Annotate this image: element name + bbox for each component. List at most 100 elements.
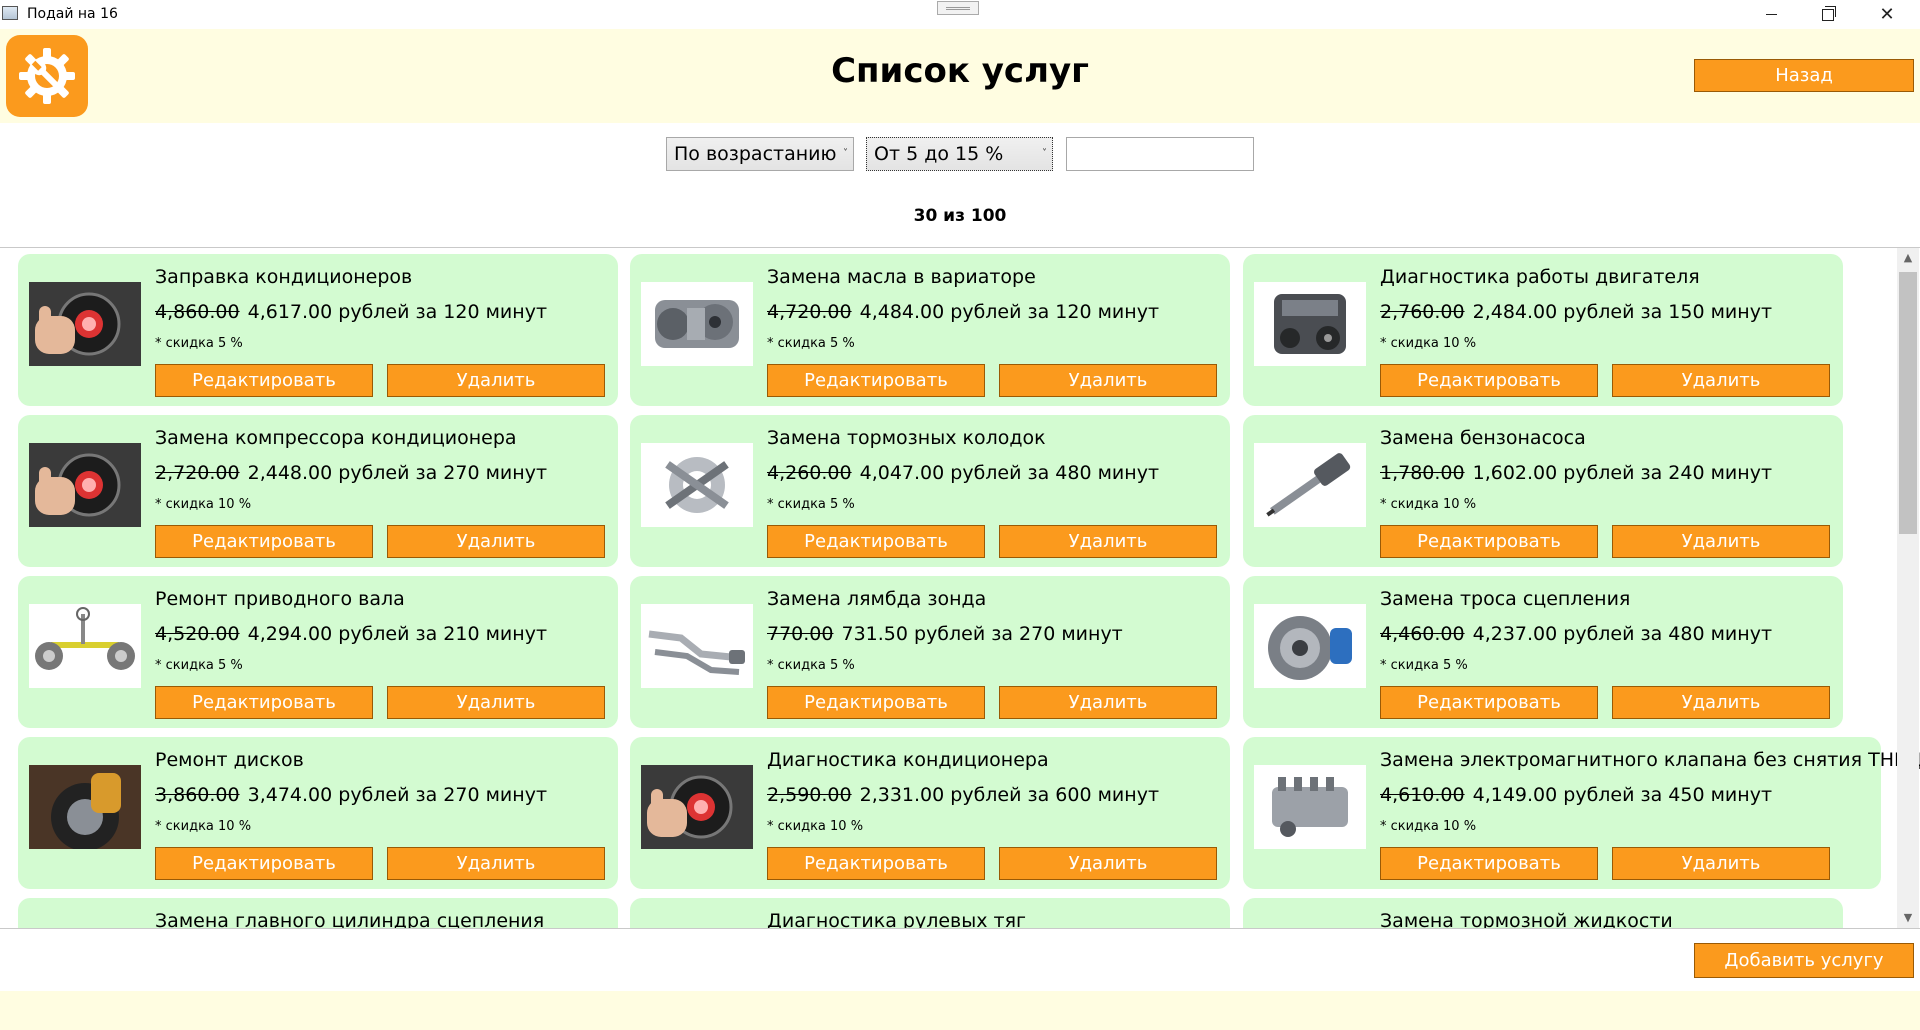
service-price: 4,610.00 4,149.00 рублей за 450 минут — [1380, 784, 1772, 806]
service-name: Замена главного цилиндра сцепления — [155, 910, 545, 929]
service-card: Замена тормозной жидкости — [1243, 898, 1843, 928]
old-price: 2,720.00 — [155, 462, 240, 484]
service-name: Замена лямбда зонда — [767, 588, 987, 610]
discount-label: * скидка 5 % — [767, 658, 855, 673]
service-price: 4,520.00 4,294.00 рублей за 210 минут — [155, 623, 547, 645]
delete-button[interactable]: Удалить — [1612, 364, 1830, 397]
edit-button[interactable]: Редактировать — [155, 847, 373, 880]
service-price: 2,760.00 2,484.00 рублей за 150 минут — [1380, 301, 1772, 323]
service-name: Диагностика кондиционера — [767, 749, 1049, 771]
service-price: 770.00 731.50 рублей за 270 минут — [767, 623, 1123, 645]
service-name: Диагностика работы двигателя — [1380, 266, 1700, 288]
edit-button[interactable]: Редактировать — [767, 847, 985, 880]
delete-button[interactable]: Удалить — [999, 525, 1217, 558]
edit-button[interactable]: Редактировать — [1380, 364, 1598, 397]
edit-button[interactable]: Редактировать — [767, 364, 985, 397]
service-image — [641, 282, 753, 366]
service-name: Замена компрессора кондиционера — [155, 427, 517, 449]
service-name: Ремонт приводного вала — [155, 588, 405, 610]
service-image — [641, 765, 753, 849]
delete-button[interactable]: Удалить — [1612, 847, 1830, 880]
service-card: Замена электромагнитного клапана без сня… — [1243, 737, 1920, 889]
chevron-down-icon: ˅ — [1042, 148, 1047, 159]
title-bar: Подай на 16 ✕ — [0, 0, 1920, 29]
minimize-button[interactable] — [1743, 0, 1799, 29]
old-price: 4,260.00 — [767, 462, 852, 484]
back-button[interactable]: Назад — [1694, 59, 1914, 92]
edit-button[interactable]: Редактировать — [1380, 525, 1598, 558]
service-price: 1,780.00 1,602.00 рублей за 240 минут — [1380, 462, 1772, 484]
maximize-button[interactable] — [1800, 0, 1856, 29]
service-name: Диагностика рулевых тяг — [767, 910, 1026, 929]
window-title: Подай на 16 — [27, 6, 118, 22]
old-price: 3,860.00 — [155, 784, 240, 806]
chevron-down-icon: ˅ — [843, 148, 848, 159]
delete-button[interactable]: Удалить — [999, 364, 1217, 397]
drag-handle[interactable] — [937, 1, 979, 15]
page-title: Список услуг — [831, 51, 1089, 91]
service-price: 4,460.00 4,237.00 рублей за 480 минут — [1380, 623, 1772, 645]
service-image — [29, 765, 141, 851]
service-price: 2,720.00 2,448.00 рублей за 270 минут — [155, 462, 547, 484]
old-price: 1,780.00 — [1380, 462, 1465, 484]
discount-label: * скидка 10 % — [1380, 497, 1477, 512]
service-image — [1254, 765, 1366, 849]
service-card: Диагностика рулевых тяг — [630, 898, 1230, 929]
service-name: Замена масла в вариаторе — [767, 266, 1036, 288]
sort-select[interactable]: По возрастанию ˅ — [666, 137, 854, 171]
old-price: 4,520.00 — [155, 623, 240, 645]
new-price: 4,047.00 рублей за 480 минут — [859, 462, 1160, 484]
new-price: 1,602.00 рублей за 240 минут — [1472, 462, 1773, 484]
scrollbar[interactable]: ▲ ▼ — [1897, 248, 1919, 928]
delete-button[interactable]: Удалить — [999, 686, 1217, 719]
new-price: 2,331.00 рублей за 600 минут — [859, 784, 1160, 806]
service-name: Ремонт дисков — [155, 749, 304, 771]
scroll-down-icon[interactable]: ▼ — [1897, 908, 1919, 928]
service-card: Замена компрессора кондиционера 2,720.00 2… — [18, 415, 618, 567]
services-list[interactable]: Заправка кондиционеров 4,860.00 4,617.00 р… — [0, 247, 1920, 929]
edit-button[interactable]: Редактировать — [155, 364, 373, 397]
edit-button[interactable]: Редактировать — [767, 525, 985, 558]
delete-button[interactable]: Удалить — [1612, 525, 1830, 558]
edit-button[interactable]: Редактировать — [767, 686, 985, 719]
search-input[interactable] — [1066, 137, 1254, 171]
scroll-thumb[interactable] — [1899, 272, 1917, 534]
service-image — [29, 604, 141, 688]
discount-label: * скидка 10 % — [767, 819, 864, 834]
service-image — [641, 604, 753, 688]
delete-button[interactable]: Удалить — [387, 686, 605, 719]
service-image — [1254, 282, 1366, 366]
old-price: 4,720.00 — [767, 301, 852, 323]
service-card: Замена масла в вариаторе 4,720.00 4,484.00… — [630, 254, 1230, 406]
minimize-icon — [1765, 14, 1777, 15]
new-price: 4,294.00 рублей за 210 минут — [247, 623, 548, 645]
scroll-up-icon[interactable]: ▲ — [1897, 248, 1919, 268]
delete-button[interactable]: Удалить — [387, 364, 605, 397]
service-card: Замена тормозных колодок 4,260.00 4,047.00… — [630, 415, 1230, 567]
service-image — [641, 443, 753, 527]
discount-label: * скидка 10 % — [1380, 336, 1477, 351]
close-button[interactable]: ✕ — [1859, 0, 1915, 29]
delete-button[interactable]: Удалить — [387, 847, 605, 880]
delete-button[interactable]: Удалить — [387, 525, 605, 558]
service-price: 3,860.00 3,474.00 рублей за 270 минут — [155, 784, 547, 806]
new-price: 4,237.00 рублей за 480 минут — [1472, 623, 1773, 645]
add-service-button[interactable]: Добавить услугу — [1694, 943, 1914, 978]
service-name: Замена электромагнитного клапана без сня… — [1380, 749, 1920, 771]
service-card: Ремонт приводного вала 4,520.00 4,294.00 р… — [18, 576, 618, 728]
edit-button[interactable]: Редактировать — [155, 686, 373, 719]
service-image — [1254, 604, 1366, 688]
old-price: 2,590.00 — [767, 784, 852, 806]
service-name: Замена тормозных колодок — [767, 427, 1046, 449]
edit-button[interactable]: Редактировать — [1380, 847, 1598, 880]
new-price: 4,149.00 рублей за 450 минут — [1472, 784, 1773, 806]
edit-button[interactable]: Редактировать — [1380, 686, 1598, 719]
discount-select[interactable]: От 5 до 15 % ˅ — [866, 137, 1053, 171]
delete-button[interactable]: Удалить — [1612, 686, 1830, 719]
edit-button[interactable]: Редактировать — [155, 525, 373, 558]
service-price: 4,860.00 4,617.00 рублей за 120 минут — [155, 301, 547, 323]
new-price: 2,448.00 рублей за 270 минут — [247, 462, 548, 484]
app-icon — [2, 6, 18, 20]
delete-button[interactable]: Удалить — [999, 847, 1217, 880]
new-price: 2,484.00 рублей за 150 минут — [1472, 301, 1773, 323]
